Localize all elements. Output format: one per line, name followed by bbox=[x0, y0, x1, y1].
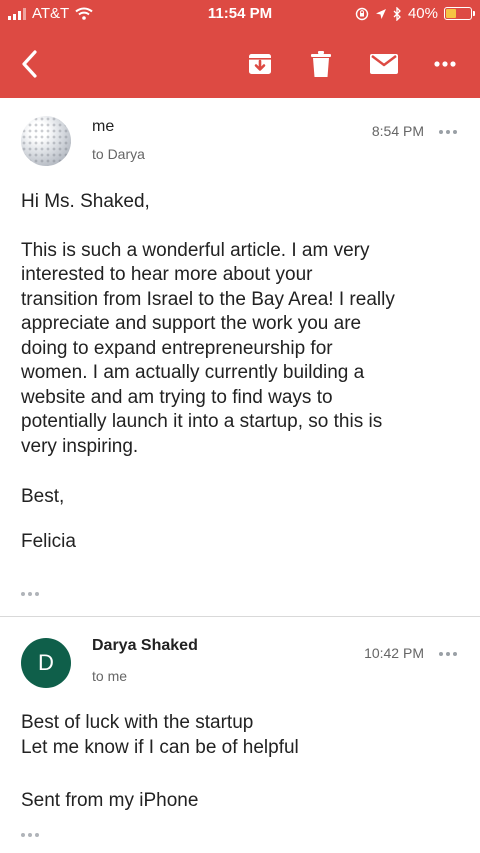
recipient-label[interactable]: to me bbox=[92, 668, 127, 684]
message-time: 8:54 PM bbox=[371, 123, 424, 139]
status-bar: AT&T 11:54 PM 40% bbox=[0, 0, 480, 28]
app-header: AT&T 11:54 PM 40% bbox=[0, 0, 480, 98]
mail-icon[interactable] bbox=[366, 46, 402, 82]
golf-ball-avatar[interactable] bbox=[21, 116, 71, 166]
archive-icon[interactable] bbox=[244, 46, 276, 82]
email-footer: Sent from my iPhone bbox=[21, 790, 199, 811]
message-time: 10:42 PM bbox=[364, 645, 424, 661]
sender-name: Darya Shaked bbox=[92, 637, 198, 654]
rotation-lock-icon bbox=[355, 7, 369, 20]
bluetooth-icon bbox=[393, 6, 401, 21]
message-paragraph: This is such a wonderful article. I am v… bbox=[21, 239, 395, 457]
avatar-initial: D bbox=[38, 650, 54, 675]
signature: Felicia bbox=[21, 530, 76, 552]
message-more-icon[interactable] bbox=[439, 652, 457, 656]
location-icon bbox=[375, 8, 386, 19]
show-quoted-icon[interactable] bbox=[21, 833, 39, 837]
battery-fill bbox=[446, 9, 456, 18]
message-line: Let me know if I can be of helpful bbox=[21, 736, 299, 758]
closing: Best, bbox=[21, 486, 65, 507]
sender-avatar[interactable]: D bbox=[21, 638, 71, 688]
sender-name: me bbox=[92, 118, 115, 135]
trash-icon[interactable] bbox=[305, 46, 337, 82]
message-line: Best of luck with the startup bbox=[21, 712, 254, 733]
message-body: Best of luck with the startup Let me kno… bbox=[21, 711, 461, 814]
message-body: Hi Ms. Shaked, This is such a wonderful … bbox=[21, 190, 461, 554]
recipient-label[interactable]: to Darya bbox=[92, 146, 145, 162]
battery-icon bbox=[444, 7, 475, 20]
message-from-me: me to Darya 8:54 PM Hi Ms. Shaked, This … bbox=[0, 98, 480, 616]
message-toolbar bbox=[0, 40, 480, 90]
battery-percent: 40% bbox=[407, 5, 438, 22]
more-icon[interactable] bbox=[428, 46, 462, 82]
back-chevron-icon[interactable] bbox=[14, 46, 44, 82]
message-from-darya: D Darya Shaked to me 10:42 PM Best of lu… bbox=[0, 617, 480, 853]
show-quoted-icon[interactable] bbox=[21, 592, 39, 596]
greeting: Hi Ms. Shaked, bbox=[21, 191, 150, 212]
message-more-icon[interactable] bbox=[439, 130, 457, 134]
